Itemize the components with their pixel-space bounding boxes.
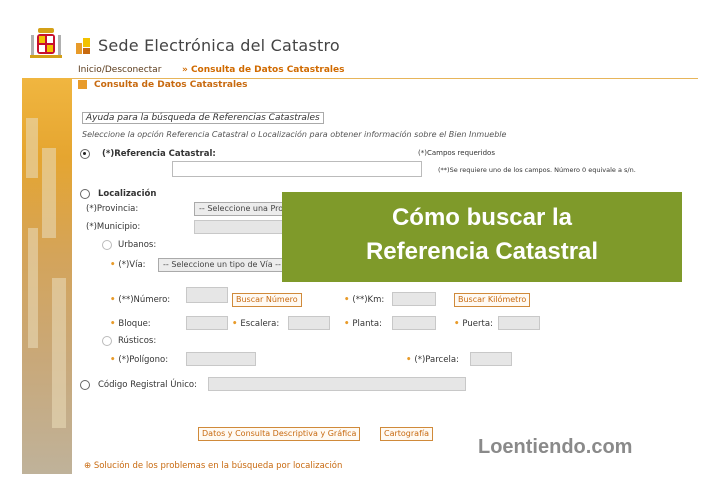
planta-input[interactable] — [392, 316, 436, 330]
buscar-kilometro-button[interactable]: Buscar Kilómetro — [454, 293, 531, 307]
label-rusticos: Rústicos: — [118, 336, 157, 346]
instructions-text: Seleccione la opción Referencia Catastra… — [82, 130, 507, 139]
spain-coat-of-arms-icon — [30, 28, 62, 58]
radio-referencia-catastral[interactable] — [80, 149, 90, 159]
catastro-logo-icon — [76, 38, 90, 54]
localizacion-help-link[interactable]: ⊕ Solución de los problemas en la búsque… — [84, 461, 342, 471]
overlay-line-2: Referencia Catastral — [365, 238, 599, 265]
label-km: • (**)Km: — [344, 295, 385, 305]
label-via: • (*)Vía: — [110, 260, 146, 270]
section-title: Consulta de Datos Catastrales — [94, 80, 248, 90]
bloque-input[interactable] — [186, 316, 228, 330]
radio-rusticos[interactable] — [102, 336, 112, 346]
codigo-registral-input[interactable] — [208, 377, 466, 391]
referencia-catastral-input[interactable] — [172, 161, 422, 177]
info-icon: ⊕ — [84, 461, 94, 471]
radio-urbanos[interactable] — [102, 240, 112, 250]
label-codigo-registral: Código Registral Único: — [98, 380, 197, 390]
label-parcela: • (*)Parcela: — [406, 355, 459, 365]
tutorial-overlay-banner: Cómo buscar la Referencia Catastral — [282, 192, 682, 282]
nav-consulta-datos[interactable]: » Consulta de Datos Catastrales — [182, 65, 344, 75]
label-provincia: (*)Provincia: — [86, 204, 139, 214]
radio-localizacion[interactable] — [80, 189, 90, 199]
label-escalera: • Escalera: — [232, 319, 280, 329]
overlay-line-1: Cómo buscar la — [391, 204, 573, 231]
label-referencia-catastral: (*)Referencia Catastral: — [102, 149, 216, 159]
section-icon — [78, 80, 87, 89]
required-note: (*)Campos requeridos — [418, 149, 495, 157]
buscar-numero-button[interactable]: Buscar Número — [232, 293, 302, 307]
label-planta: • Planta: — [344, 319, 382, 329]
radio-codigo-registral[interactable] — [80, 380, 90, 390]
numero-input[interactable] — [186, 287, 228, 303]
cartografia-button[interactable]: Cartografía — [380, 427, 434, 441]
puerta-input[interactable] — [498, 316, 540, 330]
sidebar-decoration — [22, 78, 72, 474]
escalera-input[interactable] — [288, 316, 330, 330]
parcela-input[interactable] — [470, 352, 512, 366]
label-numero: • (**)Número: — [110, 295, 171, 305]
site-header: Sede Electrónica del Catastro — [22, 24, 698, 65]
label-municipio: (*)Municipio: — [86, 222, 141, 232]
site-title: Sede Electrónica del Catastro — [98, 36, 340, 55]
label-localizacion: Localización — [98, 189, 157, 199]
label-urbanos: Urbanos: — [118, 240, 157, 250]
datos-consulta-button[interactable]: Datos y Consulta Descriptiva y Gráfica — [198, 427, 361, 441]
top-navigation: Inicio/Desconectar » Consulta de Datos C… — [22, 64, 698, 79]
one-required-note: (**)Se requiere uno de los campos. Númer… — [438, 166, 636, 174]
label-puerta: • Puerta: — [454, 319, 493, 329]
help-link[interactable]: Ayuda para la búsqueda de Referencias Ca… — [82, 112, 324, 124]
site-watermark: Loentiendo.com — [478, 436, 633, 458]
label-bloque: • Bloque: — [110, 319, 151, 329]
km-input[interactable] — [392, 292, 436, 306]
poligono-input[interactable] — [186, 352, 256, 366]
label-poligono: • (*)Polígono: — [110, 355, 169, 365]
nav-home-logout[interactable]: Inicio/Desconectar — [78, 65, 161, 75]
